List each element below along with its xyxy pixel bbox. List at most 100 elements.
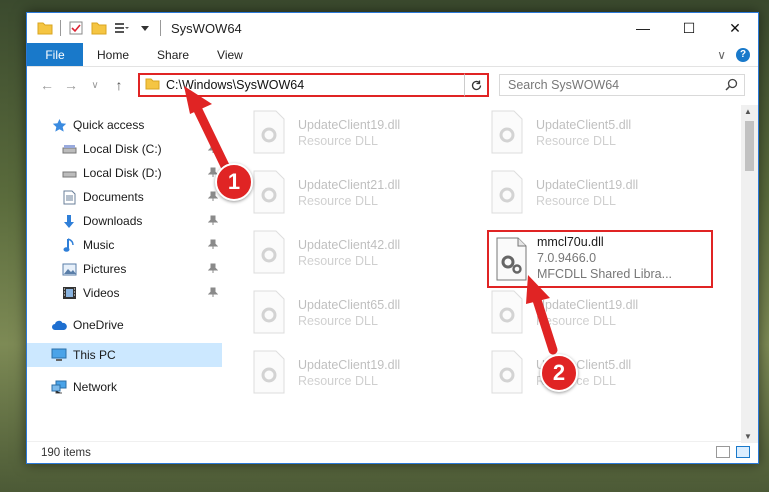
sidebar-item-quick-access[interactable]: Quick access — [27, 113, 222, 137]
pin-icon[interactable] — [207, 287, 219, 300]
tab-file[interactable]: File — [27, 43, 83, 66]
list-item[interactable]: UpdateClient19.dll Resource DLL — [488, 169, 708, 223]
minimize-button[interactable]: — — [620, 13, 666, 43]
sidebar-item-label: Local Disk (C:) — [83, 142, 162, 156]
search-icon[interactable] — [725, 78, 738, 94]
list-item[interactable]: UpdateClient5.dllResource DLL — [488, 109, 708, 163]
videos-icon — [61, 285, 77, 301]
toolbar-divider — [60, 20, 61, 36]
pin-icon[interactable] — [207, 263, 219, 276]
sidebar-item-label: Network — [73, 380, 118, 394]
sidebar-item-label: Quick access — [73, 118, 145, 132]
pin-icon[interactable] — [207, 239, 219, 252]
back-button[interactable]: ← — [35, 77, 59, 93]
close-button[interactable]: ✕ — [712, 13, 758, 43]
list-item[interactable]: UpdateClient42.dll Resource DLL — [250, 229, 470, 283]
list-item[interactable]: UpdateClient19.dll Resource DLL — [250, 349, 470, 403]
file-name: UpdateClient19.dll — [536, 178, 639, 192]
sidebar-item-pictures[interactable]: Pictures — [27, 257, 222, 281]
address-bar[interactable]: C:\Windows\SysWOW64 — [138, 73, 489, 97]
sidebar-item-label: Pictures — [83, 262, 127, 276]
address-path[interactable]: C:\Windows\SysWOW64 — [166, 78, 471, 92]
tab-home[interactable]: Home — [83, 43, 143, 66]
dll-file-icon — [494, 236, 530, 285]
file-name: UpdateClient42.dll — [298, 238, 401, 252]
search-placeholder: Search SysWOW64 — [508, 78, 620, 92]
sidebar-item-this-pc[interactable]: This PC — [27, 343, 222, 367]
cloud-icon — [51, 317, 67, 333]
sidebar-item-music[interactable]: Music — [27, 233, 222, 257]
sidebar-item-videos[interactable]: Videos — [27, 281, 222, 305]
new-folder-icon[interactable] — [91, 20, 107, 36]
pin-icon[interactable] — [207, 143, 219, 156]
list-item[interactable]: UpdateClient65.dll Resource DLL — [250, 289, 470, 343]
file-name: mmcl70u.dll — [537, 235, 604, 249]
window-title: SysWOW64 — [171, 20, 242, 36]
sidebar-item-label: Downloads — [83, 214, 143, 228]
scrollbar-thumb[interactable] — [745, 121, 754, 171]
maximize-button[interactable]: ☐ — [666, 13, 712, 43]
scroll-up-icon[interactable]: ▲ — [744, 107, 752, 116]
refresh-button[interactable] — [464, 73, 489, 97]
file-description: MFCDLL Shared Libra... — [537, 267, 673, 281]
status-bar: 190 items — [27, 441, 758, 463]
highlighted-file[interactable]: mmcl70u.dll 7.0.9466.0 MFCDLL Shared Lib… — [487, 230, 713, 288]
customize-toolbar-icon[interactable] — [114, 20, 130, 36]
sidebar-item-label: This PC — [73, 348, 116, 362]
download-icon — [61, 213, 77, 229]
pin-icon[interactable] — [207, 215, 219, 228]
sidebar-item-local-disk-d[interactable]: Local Disk (D:) — [27, 161, 222, 185]
scroll-down-icon[interactable]: ▼ — [744, 432, 752, 441]
navigation-bar: ← → ∨ ↑ C:\Windows\SysWOW64 Search SysWO… — [27, 69, 758, 101]
dropdown-arrow-icon[interactable] — [137, 20, 153, 36]
tab-view[interactable]: View — [203, 43, 257, 66]
dll-file-icon — [488, 349, 526, 395]
list-item[interactable]: UpdateClient19.dll Resource DLL — [488, 289, 708, 343]
dll-file-icon — [488, 169, 526, 215]
help-icon[interactable]: ? — [736, 47, 750, 62]
drive-icon — [61, 165, 77, 181]
file-description: Resource DLL — [298, 314, 378, 328]
tiles-view-icon[interactable] — [736, 446, 750, 458]
file-description: Resource DLL — [298, 374, 378, 388]
quick-access-toolbar — [27, 20, 161, 36]
sidebar-item-network[interactable]: Network — [27, 375, 222, 399]
list-item[interactable]: UpdateClient21.dll Resource DLL — [250, 169, 470, 223]
navigation-pane: Quick access Local Disk (C:) Local Disk … — [27, 105, 222, 435]
title-bar: SysWOW64 — ☐ ✕ — [27, 13, 758, 43]
file-description: Resource DLL — [536, 194, 616, 208]
pictures-icon — [61, 261, 77, 277]
expand-ribbon-icon[interactable]: ∨ — [717, 48, 726, 62]
sidebar-item-label: Music — [83, 238, 115, 252]
vertical-scrollbar[interactable]: ▲ ▼ — [741, 105, 758, 443]
network-icon — [51, 379, 67, 395]
file-description: Resource DLL — [536, 134, 616, 148]
step-callout-2: 2 — [540, 354, 578, 392]
list-item[interactable]: UpdateClient19.dll Resource DLL — [250, 109, 470, 163]
documents-icon — [61, 189, 77, 205]
star-icon — [51, 117, 67, 133]
properties-icon[interactable] — [68, 20, 84, 36]
sidebar-item-local-disk-c[interactable]: Local Disk (C:) — [27, 137, 222, 161]
sidebar-item-onedrive[interactable]: OneDrive — [27, 313, 222, 337]
window-controls: — ☐ ✕ — [620, 13, 758, 43]
explorer-window: SysWOW64 — ☐ ✕ File Home Share View ∨ ? … — [26, 12, 759, 464]
folder-icon[interactable] — [37, 20, 53, 36]
dll-file-icon — [250, 229, 288, 275]
up-button[interactable]: ↑ — [107, 77, 131, 93]
sidebar-item-downloads[interactable]: Downloads — [27, 209, 222, 233]
item-count: 190 items — [41, 446, 91, 459]
sidebar-item-documents[interactable]: Documents — [27, 185, 222, 209]
search-input[interactable]: Search SysWOW64 — [499, 74, 745, 96]
forward-button[interactable]: → — [59, 77, 83, 93]
pin-icon[interactable] — [207, 191, 219, 204]
computer-icon — [51, 347, 67, 363]
file-version: 7.0.9466.0 — [537, 251, 597, 265]
step-callout-1: 1 — [215, 163, 253, 201]
drive-icon — [61, 141, 77, 157]
list-item[interactable]: UpdateClient5.dllResource DLL — [488, 349, 708, 403]
tab-share[interactable]: Share — [143, 43, 203, 66]
details-view-icon[interactable] — [716, 446, 730, 458]
music-icon — [61, 237, 77, 253]
recent-locations-button[interactable]: ∨ — [83, 80, 107, 91]
